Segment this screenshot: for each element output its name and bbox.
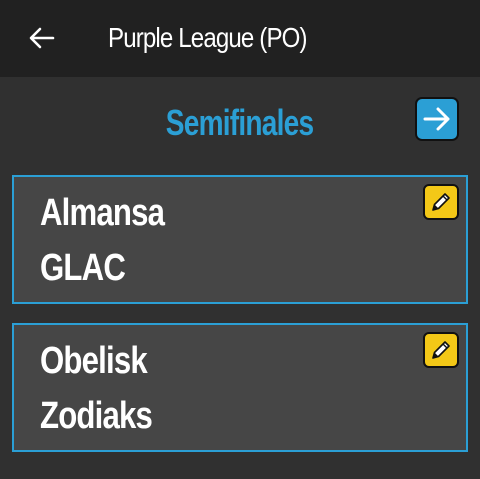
app-screen: Purple League (PO) Semifinales Almansa G… [0,0,480,479]
pencil-icon [432,193,450,211]
away-team: GLAC [40,247,126,289]
away-team: Zodiaks [40,395,153,437]
round-title-label: Semifinales [166,102,314,143]
match-card[interactable]: Almansa GLAC [12,175,468,304]
edit-match-button[interactable] [423,332,459,368]
app-bar: Purple League (PO) [0,0,480,77]
arrow-left-icon [29,27,55,49]
pencil-icon [432,341,450,359]
next-round-button[interactable] [415,97,459,141]
arrow-right-icon [423,107,450,131]
back-button[interactable] [22,18,62,58]
edit-match-button[interactable] [423,184,459,220]
home-team: Obelisk [40,340,148,382]
round-title: Semifinales [0,98,480,148]
match-card[interactable]: Obelisk Zodiaks [12,323,468,452]
home-team: Almansa [40,192,165,234]
page-title: Purple League (PO) [108,22,308,53]
